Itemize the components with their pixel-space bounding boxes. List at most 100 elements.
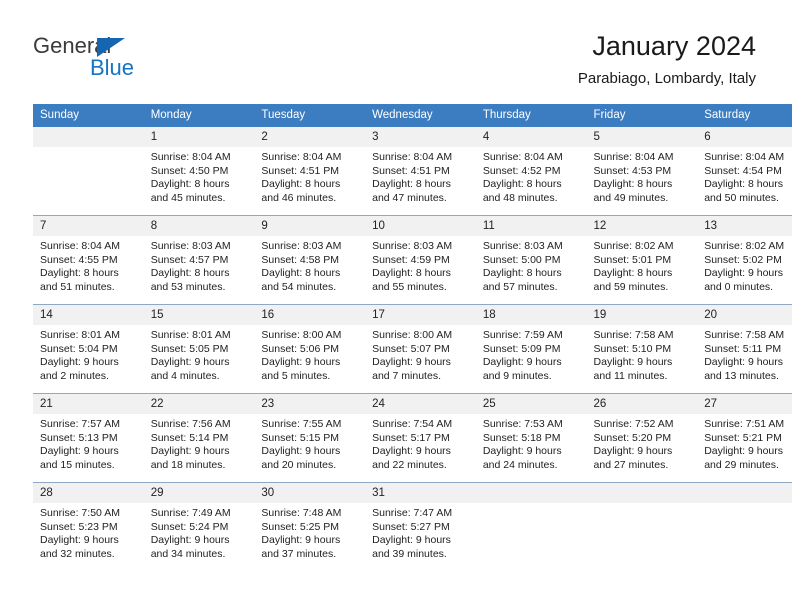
calendar-day-cell[interactable]: 23 Sunrise: 7:55 AM Sunset: 5:15 PM Dayligh… [254,393,366,483]
calendar-day-cell[interactable]: 12 Sunrise: 8:02 AM Sunset: 5:01 PM Dayligh… [586,215,698,305]
day-sun-info: Sunrise: 7:49 AM Sunset: 5:24 PM Daylight:… [144,503,255,561]
day-sunrise-text: Sunrise: 7:53 AM [482,418,563,430]
calendar-day-cell[interactable]: 2 Sunrise: 8:04 AM Sunset: 4:51 PM Daylight… [254,127,366,216]
day-number [586,483,698,503]
day-sunset-text: Sunset: 5:15 PM [261,431,340,444]
calendar-day-cell[interactable]: 15 Sunrise: 8:01 AM Sunset: 5:05 PM Dayligh… [143,304,255,394]
day-sunset-text: Sunset: 4:59 PM [372,253,450,266]
calendar-day-cell[interactable]: 16 Sunrise: 8:00 AM Sunset: 5:06 PM Dayligh… [254,304,366,394]
logo-text-blue: Blue [90,55,135,80]
day-sunset-text: Sunset: 5:10 PM [593,342,672,355]
calendar-day-cell[interactable]: 24 Sunrise: 7:54 AM Sunset: 5:17 PM Dayligh… [365,393,476,483]
day-daylight1-text: Daylight: 8 hours [593,178,673,191]
day-daylight2-text: and 5 minutes. [261,369,331,382]
calendar-day-cell[interactable]: 5 Sunrise: 8:04 AM Sunset: 4:53 PM Daylight… [586,127,698,216]
day-sunset-text: Sunset: 5:06 PM [261,342,340,355]
day-sun-info: Sunrise: 8:03 AM Sunset: 4:57 PM Daylight:… [144,236,255,294]
calendar-day-cell[interactable]: 11 Sunrise: 8:03 AM Sunset: 5:00 PM Dayligh… [475,215,587,305]
calendar-day-cell[interactable]: 26 Sunrise: 7:52 AM Sunset: 5:20 PM Dayligh… [586,393,698,483]
day-sun-info: Sunrise: 8:04 AM Sunset: 4:52 PM Daylight:… [476,147,587,205]
day-sun-info: Sunrise: 7:53 AM Sunset: 5:18 PM Daylight:… [476,414,587,472]
day-sunrise-text: Sunrise: 7:58 AM [704,329,785,341]
calendar-day-cell[interactable]: 30 Sunrise: 7:48 AM Sunset: 5:25 PM Dayligh… [254,482,366,571]
day-number: 2 [254,127,366,147]
day-sunrise-text: Sunrise: 7:48 AM [261,507,342,519]
day-sun-info: Sunrise: 7:47 AM Sunset: 5:27 PM Daylight:… [365,503,476,561]
page-title: January 2024 [592,31,756,61]
day-number: 17 [365,305,476,325]
day-sunrise-text: Sunrise: 7:47 AM [372,507,453,519]
page-header: General Blue January 2024 Parabiago, Lom… [0,0,792,104]
day-daylight2-text: and 22 minutes. [372,458,447,471]
day-daylight2-text: and 51 minutes. [40,280,115,293]
day-sunrise-text: Sunrise: 8:03 AM [261,240,342,252]
day-daylight2-text: and 57 minutes. [482,280,558,293]
day-sunset-text: Sunset: 5:20 PM [593,431,672,444]
calendar-day-cell-empty [697,482,792,571]
day-sunset-text: Sunset: 4:51 PM [372,164,450,177]
day-sunset-text: Sunset: 5:02 PM [704,253,782,266]
day-number: 5 [586,127,698,147]
day-sun-info: Sunrise: 7:58 AM Sunset: 5:11 PM Daylight:… [697,325,792,383]
calendar-day-cell[interactable]: 13 Sunrise: 8:02 AM Sunset: 5:02 PM Dayligh… [697,215,792,305]
day-daylight1-text: Daylight: 9 hours [593,356,673,369]
day-daylight1-text: Daylight: 8 hours [482,267,562,280]
calendar-day-cell[interactable]: 4 Sunrise: 8:04 AM Sunset: 4:52 PM Daylight… [475,127,587,216]
weekday-header-sunday: Sunday [33,104,144,127]
calendar-day-cell[interactable]: 19 Sunrise: 7:58 AM Sunset: 5:10 PM Dayligh… [586,304,698,394]
day-sun-info: Sunrise: 7:52 AM Sunset: 5:20 PM Daylight:… [587,414,698,472]
day-number: 7 [33,216,144,236]
calendar-day-cell[interactable]: 20 Sunrise: 7:58 AM Sunset: 5:11 PM Dayligh… [697,304,792,394]
day-sunrise-text: Sunrise: 8:04 AM [40,240,120,252]
day-sun-info: Sunrise: 8:00 AM Sunset: 5:07 PM Daylight:… [365,325,476,383]
generalblue-logo[interactable]: General Blue [33,34,213,84]
day-sunset-text: Sunset: 5:21 PM [704,431,782,444]
calendar-day-cell[interactable]: 14 Sunrise: 8:01 AM Sunset: 5:04 PM Dayligh… [33,304,144,394]
day-sunrise-text: Sunrise: 7:55 AM [261,418,342,430]
day-number: 9 [254,216,366,236]
day-sunset-text: Sunset: 4:53 PM [593,164,672,177]
day-daylight1-text: Daylight: 9 hours [261,356,341,369]
day-sun-info: Sunrise: 7:56 AM Sunset: 5:14 PM Daylight:… [144,414,255,472]
day-sun-info: Sunrise: 7:50 AM Sunset: 5:23 PM Daylight:… [33,503,144,561]
day-sunrise-text: Sunrise: 8:01 AM [150,329,231,341]
calendar-day-cell[interactable]: 27 Sunrise: 7:51 AM Sunset: 5:21 PM Dayligh… [697,393,792,483]
day-sunrise-text: Sunrise: 8:04 AM [704,151,785,163]
day-daylight1-text: Daylight: 9 hours [372,356,451,369]
calendar-day-cell[interactable]: 22 Sunrise: 7:56 AM Sunset: 5:14 PM Dayligh… [143,393,255,483]
day-daylight2-text: and 20 minutes. [261,458,337,471]
calendar-day-cell[interactable]: 21 Sunrise: 7:57 AM Sunset: 5:13 PM Dayligh… [33,393,144,483]
day-daylight2-text: and 53 minutes. [150,280,226,293]
day-sun-info: Sunrise: 7:57 AM Sunset: 5:13 PM Daylight:… [33,414,144,472]
day-number: 27 [697,394,792,414]
calendar-day-cell[interactable]: 18 Sunrise: 7:59 AM Sunset: 5:09 PM Dayligh… [475,304,587,394]
day-number: 25 [475,394,587,414]
calendar-day-cell[interactable]: 3 Sunrise: 8:04 AM Sunset: 4:51 PM Daylight… [365,127,476,216]
calendar-day-cell[interactable]: 1 Sunrise: 8:04 AM Sunset: 4:50 PM Daylight… [143,127,255,216]
day-sun-info: Sunrise: 8:02 AM Sunset: 5:01 PM Daylight:… [587,236,698,294]
day-sun-info [33,147,144,211]
calendar-day-cell[interactable]: 29 Sunrise: 7:49 AM Sunset: 5:24 PM Dayligh… [143,482,255,571]
day-daylight2-text: and 7 minutes. [372,369,441,382]
calendar-day-cell[interactable]: 6 Sunrise: 8:04 AM Sunset: 4:54 PM Daylight… [697,127,792,216]
calendar-day-cell[interactable]: 9 Sunrise: 8:03 AM Sunset: 4:58 PM Daylight… [254,215,366,305]
day-sunrise-text: Sunrise: 7:49 AM [150,507,231,519]
day-sunrise-text: Sunrise: 8:03 AM [150,240,231,252]
calendar-day-cell[interactable]: 8 Sunrise: 8:03 AM Sunset: 4:57 PM Daylight… [143,215,255,305]
day-sunset-text: Sunset: 5:04 PM [40,342,118,355]
day-sunrise-text: Sunrise: 7:56 AM [150,418,231,430]
day-daylight1-text: Daylight: 9 hours [372,445,451,458]
calendar-day-cell[interactable]: 7 Sunrise: 8:04 AM Sunset: 4:55 PM Daylight… [33,215,144,305]
day-sunrise-text: Sunrise: 7:51 AM [704,418,785,430]
day-sun-info: Sunrise: 8:04 AM Sunset: 4:50 PM Daylight:… [144,147,255,205]
calendar-day-cell[interactable]: 17 Sunrise: 8:00 AM Sunset: 5:07 PM Dayligh… [365,304,476,394]
calendar-day-cell[interactable]: 10 Sunrise: 8:03 AM Sunset: 4:59 PM Dayligh… [365,215,476,305]
calendar-day-cell[interactable]: 25 Sunrise: 7:53 AM Sunset: 5:18 PM Dayligh… [475,393,587,483]
calendar-day-cell[interactable]: 28 Sunrise: 7:50 AM Sunset: 5:23 PM Dayligh… [33,482,144,571]
day-sunset-text: Sunset: 4:51 PM [261,164,340,177]
day-daylight2-text: and 39 minutes. [372,547,447,560]
calendar-day-cell[interactable]: 31 Sunrise: 7:47 AM Sunset: 5:27 PM Dayligh… [365,482,476,571]
day-number [697,483,792,503]
day-sunset-text: Sunset: 5:05 PM [150,342,229,355]
day-sunset-text: Sunset: 5:25 PM [261,520,340,533]
